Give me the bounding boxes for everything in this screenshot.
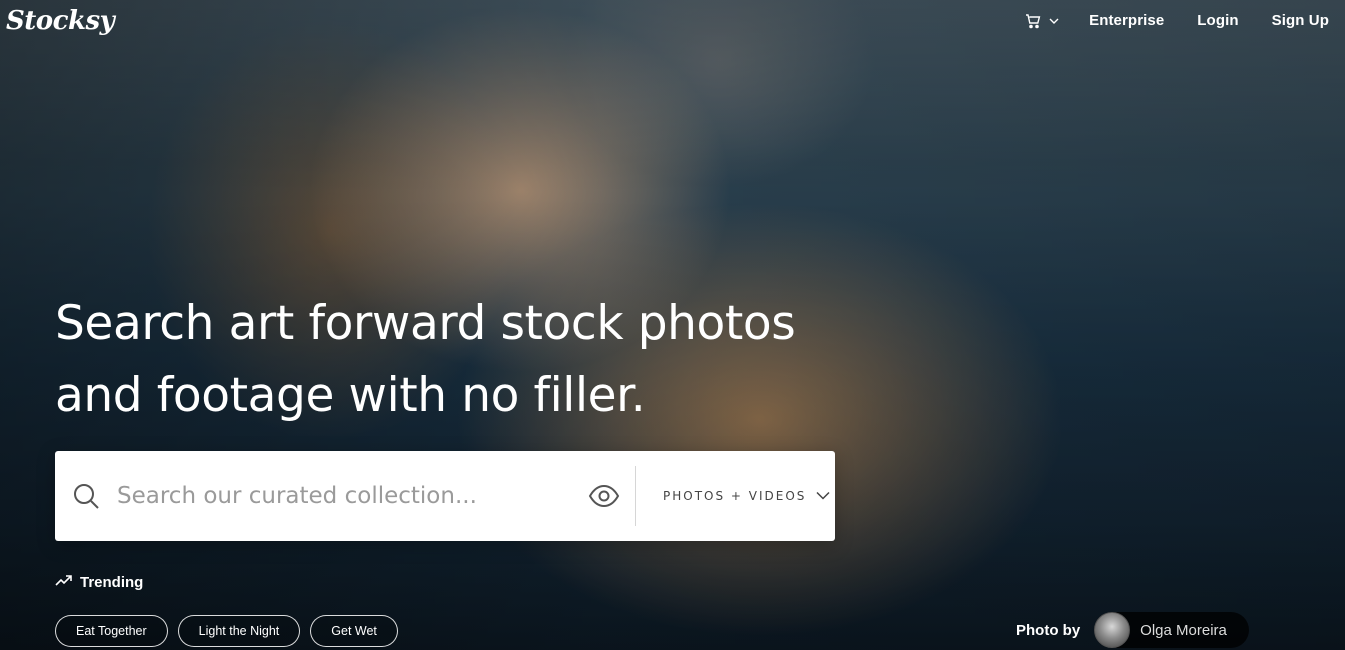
stocksy-logo[interactable]: Stocksy xyxy=(6,6,115,36)
nav-right: Enterprise Login Sign Up xyxy=(1025,12,1329,29)
photographer-name: Olga Moreira xyxy=(1140,621,1227,639)
trending-label: Trending xyxy=(80,573,144,591)
photographer-link[interactable]: Olga Moreira xyxy=(1094,612,1249,648)
search-input[interactable] xyxy=(117,473,587,519)
search-icon[interactable] xyxy=(72,482,100,515)
photo-credit: Photo by Olga Moreira xyxy=(1016,612,1249,648)
nav-link-login[interactable]: Login xyxy=(1197,12,1238,29)
trending-chip-eat-together[interactable]: Eat Together xyxy=(55,615,168,647)
trending-chips: Eat Together Light the Night Get Wet xyxy=(55,615,398,647)
avatar xyxy=(1094,612,1131,648)
photo-credit-label: Photo by xyxy=(1016,621,1081,639)
trending-arrow-icon xyxy=(55,573,73,591)
chevron-down-icon xyxy=(1049,17,1059,25)
top-nav: Stocksy Enterprise Login Sign Up xyxy=(0,0,1345,48)
trending-chip-get-wet[interactable]: Get Wet xyxy=(310,615,398,647)
nav-link-enterprise[interactable]: Enterprise xyxy=(1089,12,1164,29)
eye-icon[interactable] xyxy=(588,482,620,515)
cart-icon xyxy=(1025,13,1041,29)
headline-line-2: and footage with no filler. xyxy=(55,368,646,423)
nav-link-sign-up[interactable]: Sign Up xyxy=(1272,12,1329,29)
media-type-label: PHOTOS + VIDEOS xyxy=(663,489,807,503)
search-divider xyxy=(635,466,636,526)
trending-chip-light-the-night[interactable]: Light the Night xyxy=(177,615,301,647)
cart-dropdown[interactable] xyxy=(1025,13,1059,29)
chevron-down-icon xyxy=(816,487,830,505)
search-bar: PHOTOS + VIDEOS xyxy=(55,451,835,541)
headline-line-1: Search art forward stock photos xyxy=(55,296,796,351)
media-type-select[interactable]: PHOTOS + VIDEOS xyxy=(663,487,830,505)
trending-header: Trending xyxy=(55,573,143,591)
hero-headline: Search art forward stock photos and foot… xyxy=(55,288,875,432)
